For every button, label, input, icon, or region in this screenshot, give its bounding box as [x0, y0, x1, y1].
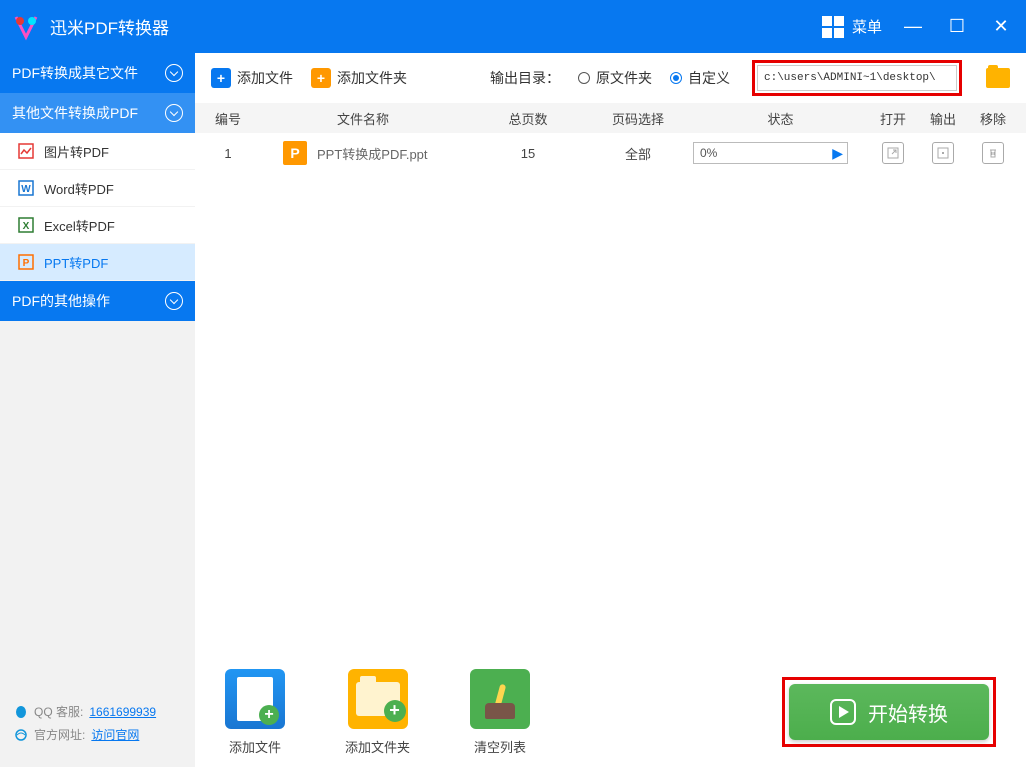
output-path-input[interactable]	[757, 65, 957, 91]
start-convert-button[interactable]: 开始转换	[789, 684, 989, 740]
chevron-down-icon	[165, 104, 183, 122]
menu-button[interactable]: 菜单	[822, 16, 882, 38]
site-link[interactable]: 访问官网	[91, 726, 139, 743]
big-add-file-button[interactable]: 添加文件	[225, 669, 285, 756]
table-header: 编号 文件名称 总页数 页码选择 状态 打开 输出 移除	[195, 103, 1026, 133]
row-page-select[interactable]: 全部	[583, 144, 693, 163]
sidebar-item-ppt-to-pdf[interactable]: P PPT转PDF	[0, 244, 195, 281]
app-logo-icon	[12, 13, 40, 41]
qq-link[interactable]: 1661699939	[89, 705, 156, 719]
word-file-icon: W	[18, 180, 34, 196]
row-pages: 15	[473, 146, 583, 161]
chevron-down-icon	[165, 64, 183, 82]
col-name: 文件名称	[253, 109, 473, 128]
sidebar-item-word-to-pdf[interactable]: W Word转PDF	[0, 170, 195, 207]
remove-button[interactable]	[982, 142, 1004, 164]
add-file-icon: +	[211, 68, 231, 88]
titlebar: 迅米PDF转换器 菜单 — ☐ ✕	[0, 0, 1026, 53]
sidebar-item-label: Excel转PDF	[44, 216, 115, 235]
excel-file-icon: X	[18, 217, 34, 233]
bottom-bar: 添加文件 添加文件夹 清空列表 开始转换	[195, 657, 1026, 767]
radio-custom-folder[interactable]: 自定义	[670, 68, 730, 88]
sidebar-item-label: 图片转PDF	[44, 142, 109, 161]
sidebar-section-pdf-ops[interactable]: PDF的其他操作	[0, 281, 195, 321]
menu-grid-icon	[822, 16, 844, 38]
output-dir-label: 输出目录：	[490, 68, 560, 88]
file-name: PPT转换成PDF.ppt	[317, 144, 428, 163]
col-pages: 总页数	[473, 109, 583, 128]
svg-text:P: P	[23, 258, 30, 269]
big-add-folder-button[interactable]: 添加文件夹	[345, 669, 410, 756]
svg-text:X: X	[23, 221, 30, 232]
open-button[interactable]	[882, 142, 904, 164]
radio-checked-icon	[670, 72, 682, 84]
menu-label: 菜单	[852, 16, 882, 37]
clear-list-icon	[470, 669, 530, 729]
ppt-badge-icon: P	[283, 141, 307, 165]
play-icon[interactable]: ▶	[832, 145, 843, 162]
add-file-large-icon	[225, 669, 285, 729]
col-sel: 页码选择	[583, 109, 693, 128]
maximize-button[interactable]: ☐	[944, 14, 970, 40]
sidebar-footer: QQ 客服: 1661699939 官方网址: 访问官网	[0, 693, 195, 767]
image-file-icon	[18, 143, 34, 159]
row-num: 1	[203, 146, 253, 161]
radio-original-folder[interactable]: 原文件夹	[578, 68, 652, 88]
col-del: 移除	[968, 109, 1018, 128]
output-button[interactable]	[932, 142, 954, 164]
close-button[interactable]: ✕	[988, 14, 1014, 40]
play-circle-icon	[830, 699, 856, 725]
ie-icon	[14, 728, 28, 742]
big-clear-button[interactable]: 清空列表	[470, 669, 530, 756]
add-file-button[interactable]: + 添加文件	[211, 68, 293, 88]
sidebar-item-label: PPT转PDF	[44, 253, 108, 272]
table-row: 1 P PPT转换成PDF.ppt 15 全部 0% ▶	[195, 133, 1026, 173]
main-panel: + 添加文件 + 添加文件夹 输出目录： 原文件夹 自定义 编号	[195, 53, 1026, 767]
sidebar-section-pdf-to-other[interactable]: PDF转换成其它文件	[0, 53, 195, 93]
sidebar-item-image-to-pdf[interactable]: 图片转PDF	[0, 133, 195, 170]
start-highlight-annotation: 开始转换	[782, 677, 996, 747]
sidebar-section-other-to-pdf[interactable]: 其他文件转换成PDF	[0, 93, 195, 133]
add-folder-button[interactable]: + 添加文件夹	[311, 68, 407, 88]
chevron-down-icon	[165, 292, 183, 310]
col-num: 编号	[203, 109, 253, 128]
add-folder-icon: +	[311, 68, 331, 88]
sidebar: PDF转换成其它文件 其他文件转换成PDF 图片转PDF W Word转PDF …	[0, 53, 195, 767]
path-highlight-annotation	[752, 60, 962, 96]
minimize-button[interactable]: —	[900, 14, 926, 40]
ppt-file-icon: P	[18, 254, 34, 270]
app-title: 迅米PDF转换器	[50, 14, 822, 39]
sidebar-item-excel-to-pdf[interactable]: X Excel转PDF	[0, 207, 195, 244]
svg-text:W: W	[21, 184, 31, 195]
col-status: 状态	[693, 109, 868, 128]
sidebar-item-label: Word转PDF	[44, 179, 114, 198]
add-folder-large-icon	[348, 669, 408, 729]
radio-icon	[578, 72, 590, 84]
qq-icon	[14, 705, 28, 719]
col-open: 打开	[868, 109, 918, 128]
browse-folder-button[interactable]	[986, 68, 1010, 88]
progress-bar: 0% ▶	[693, 142, 848, 164]
toolbar: + 添加文件 + 添加文件夹 输出目录： 原文件夹 自定义	[195, 53, 1026, 103]
col-out: 输出	[918, 109, 968, 128]
